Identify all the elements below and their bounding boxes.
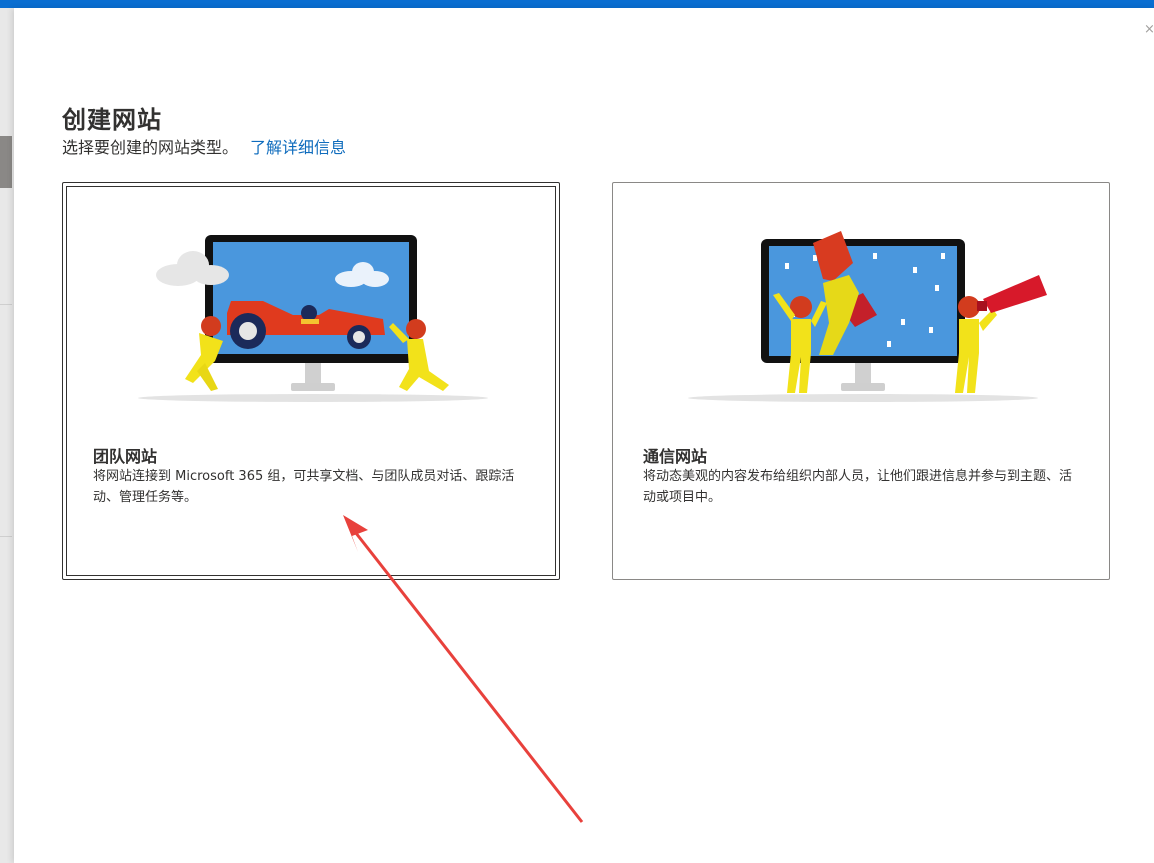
team-site-card[interactable]: 团队网站 将网站连接到 Microsoft 365 组，可共享文档、与团队成员对…: [62, 182, 560, 580]
background-divider: [0, 536, 12, 537]
communication-site-title: 通信网站: [643, 447, 708, 466]
learn-more-link[interactable]: 了解详细信息: [250, 138, 346, 157]
race-car-pit-crew-illustration: [138, 235, 488, 402]
background-selected-item: [0, 136, 12, 188]
communication-site-card[interactable]: 通信网站 将动态美观的内容发布给组织内部人员，让他们跟进信息并参与到主题、活动或…: [612, 182, 1110, 580]
page-subtitle: 选择要创建的网站类型。 了解详细信息: [62, 134, 346, 158]
create-site-panel: × 创建网站 选择要创建的网站类型。 了解详细信息 团队网站 将网站连接到 Mi…: [14, 8, 1154, 863]
trophy-megaphone-illustration: [688, 231, 1047, 402]
background-divider: [0, 304, 12, 305]
team-site-title: 团队网站: [93, 447, 158, 466]
page-title: 创建网站: [62, 106, 162, 134]
background-page-strip: [0, 8, 14, 863]
subtitle-text: 选择要创建的网站类型。: [62, 138, 239, 157]
top-accent-bar: [0, 0, 1154, 8]
team-site-description: 将网站连接到 Microsoft 365 组，可共享文档、与团队成员对话、跟踪活…: [93, 469, 515, 505]
communication-site-description: 将动态美观的内容发布给组织内部人员，让他们跟进信息并参与到主题、活动或项目中。: [643, 469, 1073, 505]
close-icon[interactable]: ×: [1144, 22, 1154, 38]
